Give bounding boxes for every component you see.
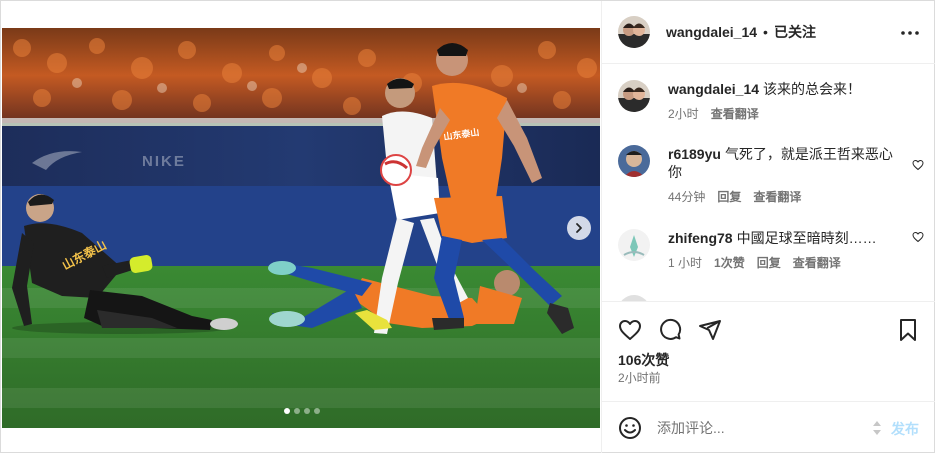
- comment-item: zhifeng78 中國足球至暗時刻…… 1 小时 1次赞 回复 查看翻译: [618, 229, 924, 271]
- comment-time[interactable]: 44分钟: [668, 188, 705, 205]
- more-horizontal-icon: [901, 31, 919, 35]
- post-actions-section: 106次赞 2小时前: [602, 301, 935, 401]
- comment-icon[interactable]: [658, 318, 682, 342]
- post-time[interactable]: 2小时前: [618, 369, 661, 386]
- post-comment-button[interactable]: 发布: [891, 419, 919, 439]
- comment-item: wangdalei_14 该来的总会来！ 2小时 查看翻译: [618, 80, 924, 122]
- see-translation-button[interactable]: 查看翻译: [793, 254, 841, 271]
- reply-button[interactable]: 回复: [717, 188, 741, 205]
- author-avatar[interactable]: [618, 16, 650, 48]
- comment-input[interactable]: [657, 418, 857, 438]
- reply-button[interactable]: 回复: [757, 254, 781, 271]
- carousel-next-button[interactable]: [567, 216, 591, 240]
- like-comment-heart-icon[interactable]: [912, 231, 924, 243]
- share-icon[interactable]: [698, 318, 722, 342]
- header-separator: •: [763, 24, 768, 40]
- comment-composer: 发布: [602, 401, 935, 453]
- avatar-image: [618, 229, 650, 261]
- comment-meta: 2小时 查看翻译: [668, 105, 924, 122]
- carousel-dot: [304, 408, 310, 414]
- comment-item: r6189yu 气死了，就是派王哲来恶心你 44分钟 回复 查看翻译: [618, 145, 924, 205]
- avatar-image: [618, 80, 650, 112]
- comment-like-count[interactable]: 1次赞: [714, 254, 745, 271]
- see-translation-button[interactable]: 查看翻译: [753, 188, 801, 205]
- commenter-avatar[interactable]: [618, 145, 650, 177]
- comments-list[interactable]: wangdalei_14 该来的总会来！ 2小时 查看翻译 r6189yu 气死了，: [602, 65, 935, 301]
- post-dialog: NIKE 山东泰山 山东泰山 wangdalei_14 • 已关注 wangda…: [0, 0, 935, 453]
- sort-arrows-icon: [873, 421, 881, 435]
- author-username[interactable]: wangdalei_14: [666, 24, 757, 40]
- comment-text: 中國足球至暗時刻……: [736, 230, 877, 246]
- emoji-icon[interactable]: [618, 416, 642, 440]
- comment-text: 该来的总会来！: [763, 81, 862, 97]
- comment-meta: 1 小时 1次赞 回复 查看翻译: [668, 254, 924, 271]
- save-icon[interactable]: [896, 318, 920, 342]
- see-translation-button[interactable]: 查看翻译: [711, 105, 759, 122]
- post-photo: NIKE 山东泰山 山东泰山: [2, 28, 600, 428]
- comment-username[interactable]: r6189yu: [668, 146, 721, 162]
- avatar-image: [618, 145, 650, 177]
- commenter-avatar[interactable]: [618, 229, 650, 261]
- like-comment-heart-icon[interactable]: [912, 159, 924, 171]
- carousel-indicator: [284, 408, 320, 414]
- comment-time[interactable]: 2小时: [668, 105, 699, 122]
- carousel-dot-active: [284, 408, 290, 414]
- ad-board-text: NIKE: [142, 153, 186, 170]
- action-bar: [618, 318, 722, 342]
- post-media[interactable]: NIKE 山东泰山 山东泰山: [2, 28, 600, 428]
- follow-status-button[interactable]: 已关注: [774, 22, 816, 42]
- comment-username[interactable]: zhifeng78: [668, 230, 733, 246]
- likes-count[interactable]: 106次赞: [618, 350, 669, 370]
- post-header: wangdalei_14 • 已关注: [602, 1, 935, 64]
- chevron-right-icon: [576, 223, 582, 233]
- comment-time[interactable]: 1 小时: [668, 254, 702, 271]
- avatar-image: [618, 16, 650, 48]
- more-options-button[interactable]: [900, 23, 920, 43]
- carousel-dot: [294, 408, 300, 414]
- heart-icon[interactable]: [618, 318, 642, 342]
- carousel-dot: [314, 408, 320, 414]
- comment-username[interactable]: wangdalei_14: [668, 81, 759, 97]
- post-info-panel: wangdalei_14 • 已关注 wangdalei_14 该来的总会来！ …: [602, 1, 935, 453]
- commenter-avatar[interactable]: [618, 80, 650, 112]
- comment-meta: 44分钟 回复 查看翻译: [668, 188, 924, 205]
